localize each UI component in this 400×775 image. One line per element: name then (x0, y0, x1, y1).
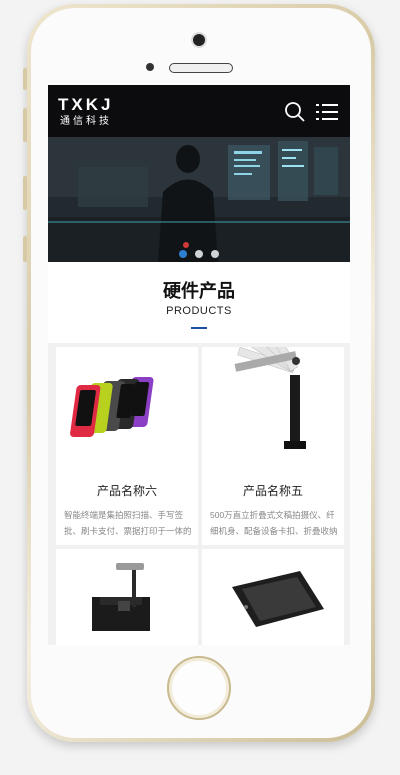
phone-screen: TXKJ 通信科技 硬件产品 PRODUCTS 产品名称六 智能终端是集拍照扫描… (48, 85, 350, 645)
product-image (232, 571, 324, 627)
product-title[interactable]: 产品名称六 (56, 483, 198, 499)
section-subtitle: PRODUCTS (166, 305, 232, 317)
product-description: 智能终端是集拍照扫描、手写签批、刷卡支付、票据打印于一体的 (64, 510, 192, 536)
section-title: 硬件产品 (163, 281, 235, 301)
volume-down-button (23, 176, 27, 210)
carousel-dot-2[interactable] (195, 250, 203, 258)
product-card[interactable] (56, 549, 198, 645)
section-divider (191, 327, 207, 329)
product-card[interactable]: 产品名称六 智能终端是集拍照扫描、手写签批、刷卡支付、票据打印于一体的 (56, 347, 198, 545)
mute-switch (23, 68, 27, 90)
product-image (92, 563, 150, 631)
product-title[interactable]: 产品名称五 (202, 483, 344, 499)
product-image (234, 347, 306, 449)
side-button (23, 236, 27, 262)
product-card[interactable] (202, 549, 344, 645)
banner-image (48, 137, 350, 262)
carousel-dots (179, 250, 219, 258)
front-camera (193, 34, 205, 46)
earpiece-speaker (169, 63, 233, 73)
carousel-dot-1[interactable] (179, 250, 187, 258)
proximity-sensor (146, 63, 154, 71)
product-description: 500万直立折叠式文稿拍摄仪、纤细机身、配备设备卡扣、折叠收纳 (210, 510, 338, 536)
menu-icon[interactable] (316, 103, 338, 121)
search-icon[interactable] (284, 101, 306, 123)
logo-subtitle: 通信科技 (60, 116, 112, 127)
volume-up-button (23, 108, 27, 142)
hero-banner[interactable] (48, 137, 350, 262)
logo-text[interactable]: TXKJ (58, 96, 113, 113)
product-image (70, 377, 154, 437)
carousel-dot-3[interactable] (211, 250, 219, 258)
product-card[interactable]: 产品名称五 500万直立折叠式文稿拍摄仪、纤细机身、配备设备卡扣、折叠收纳 (202, 347, 344, 545)
home-button[interactable] (167, 656, 231, 720)
site-header: TXKJ 通信科技 (48, 85, 350, 137)
